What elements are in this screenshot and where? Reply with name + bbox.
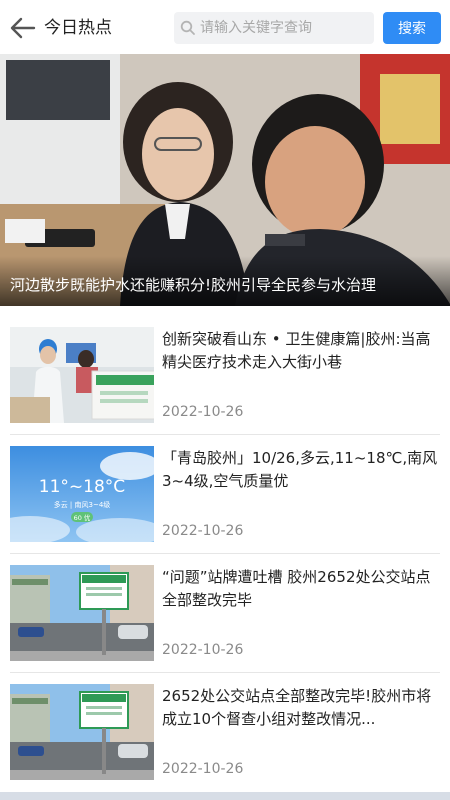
weather-aqi: 60 优 [74,513,91,522]
news-thumbnail: 11°~18°C 多云 | 南风3~4级 60 优 [10,446,154,542]
search-icon [180,20,195,35]
news-date: 2022-10-26 [162,523,244,539]
news-title: 2652处公交站点全部整改完毕!胶州市将成立10个督查小组对整改情况... [162,687,432,728]
hero-banner[interactable]: 河边散步既能护水还能赚积分!胶州引导全民参与水治理 [0,54,450,306]
news-thumbnail [10,565,154,661]
news-date: 2022-10-26 [162,642,244,658]
search-button[interactable]: 搜索 [383,12,441,44]
bus-stop-image [10,565,154,661]
news-title: 创新突破看山东 • 卫生健康篇|胶州:当高精尖医疗技术走入大街小巷 [162,330,431,371]
top-bar: 今日热点 搜索 [0,0,450,54]
search-input[interactable] [200,12,370,44]
arrow-left-icon [10,17,36,39]
bottom-strip [0,792,450,800]
hero-caption: 河边散步既能护水还能赚积分!胶州引导全民参与水治理 [10,276,377,294]
list-item[interactable]: “问题”站牌遭吐槽 胶州2652处公交站点全部整改完毕 2022-10-26 [0,554,450,672]
clinic-image [10,327,154,423]
back-button[interactable] [8,14,38,42]
news-title: 「青岛胶州」10/26,多云,11~18℃,南风3~4级,空气质量优 [162,449,438,490]
news-title: “问题”站牌遭吐槽 胶州2652处公交站点全部整改完毕 [162,568,431,609]
weather-image: 11°~18°C 多云 | 南风3~4级 60 优 [10,446,154,542]
news-thumbnail [10,327,154,423]
weather-detail: 多云 | 南风3~4级 [54,500,111,509]
list-item[interactable]: 2652处公交站点全部整改完毕!胶州市将成立10个督查小组对整改情况... 20… [0,673,450,791]
news-date: 2022-10-26 [162,761,244,777]
news-date: 2022-10-26 [162,404,244,420]
list-item[interactable]: 11°~18°C 多云 | 南风3~4级 60 优 「青岛胶州」10/26,多云… [0,435,450,553]
weather-temp: 11°~18°C [39,477,125,497]
page-title: 今日热点 [44,18,112,38]
bus-stop-image [10,684,154,780]
list-item[interactable]: 创新突破看山东 • 卫生健康篇|胶州:当高精尖医疗技术走入大街小巷 2022-1… [0,316,450,434]
search-box[interactable] [174,12,374,44]
news-thumbnail [10,684,154,780]
